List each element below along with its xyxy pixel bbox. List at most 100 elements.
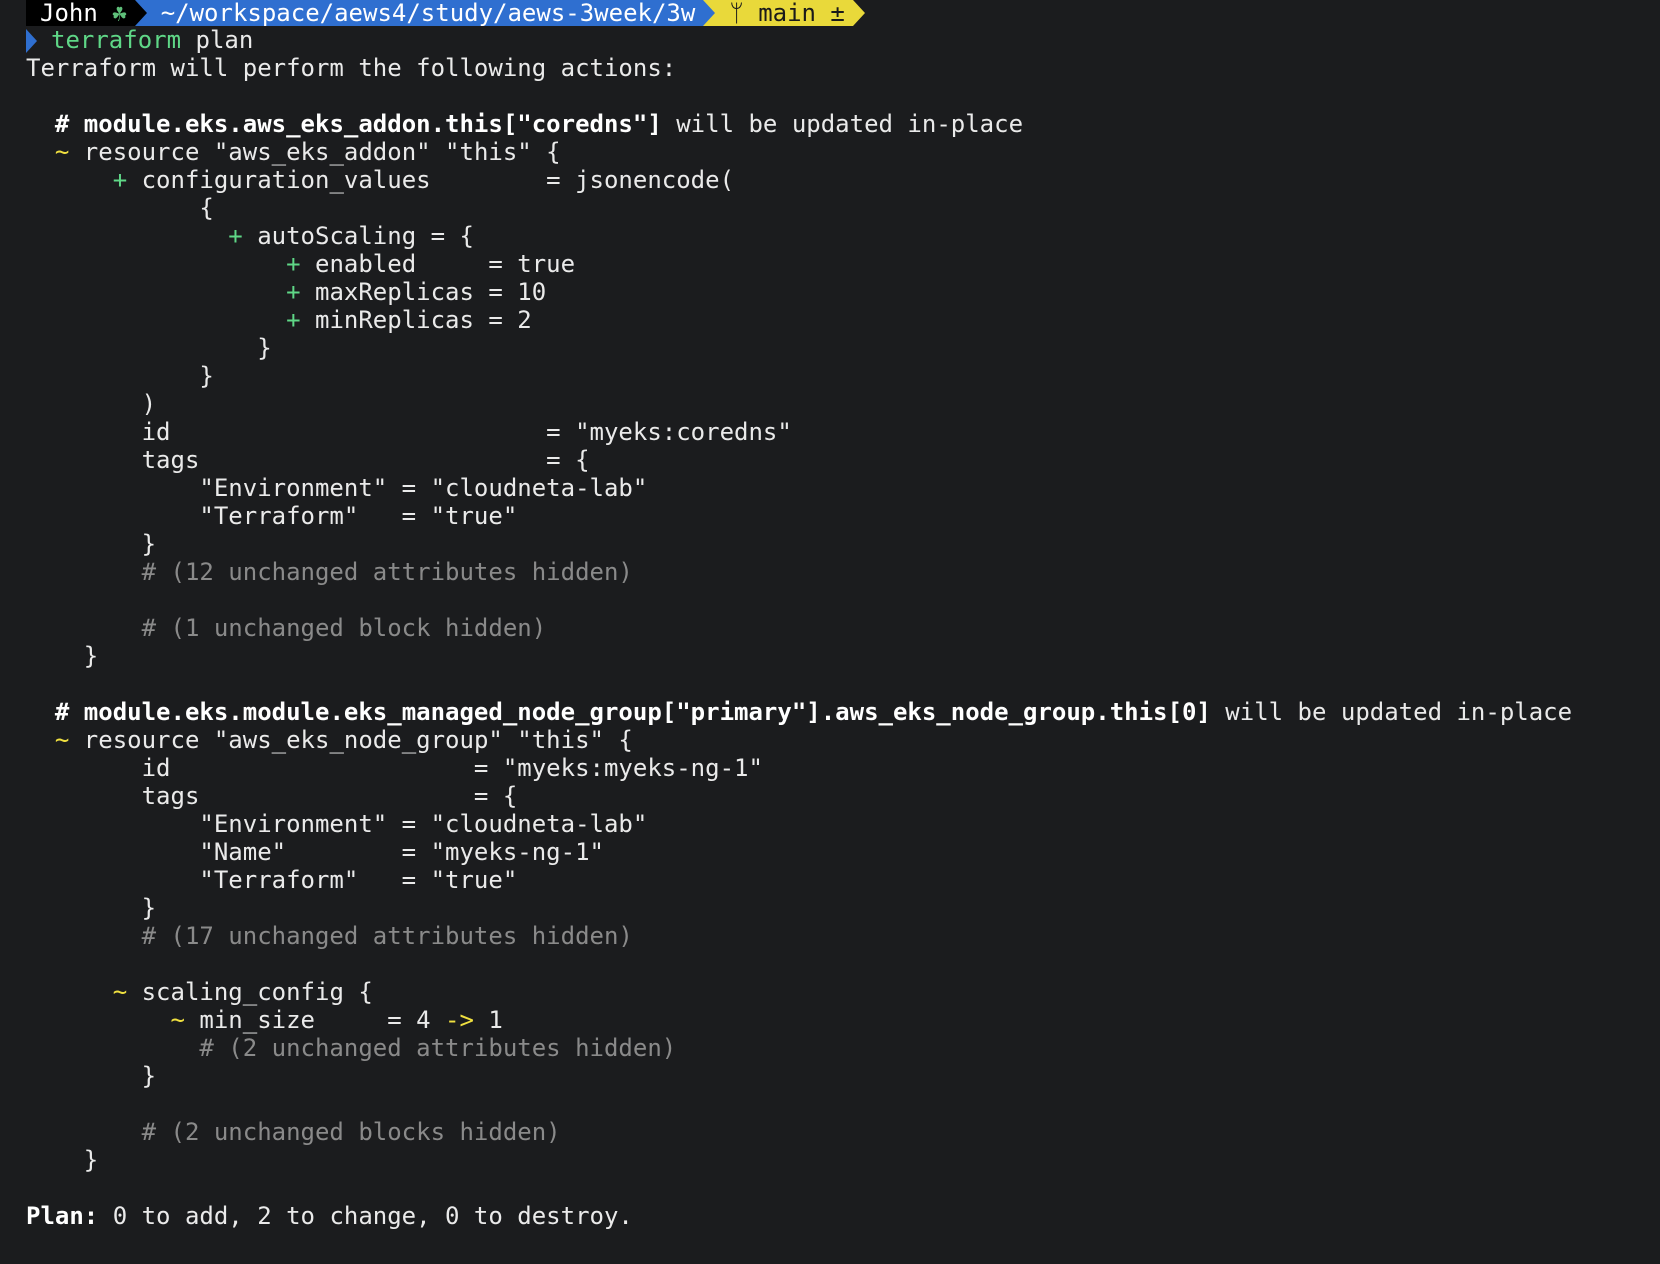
add-marker: + (286, 306, 301, 334)
attribute-line: "Terraform" = "true" (26, 502, 1660, 530)
hidden-blocks-comment: # (2 unchanged blocks hidden) (141, 1118, 561, 1146)
attribute-line: + enabled = true (26, 250, 1660, 278)
attribute-line: } (26, 642, 1660, 670)
brace: } (199, 362, 214, 390)
change-marker: ~ (112, 978, 128, 1006)
command-line[interactable]: terraform plan (26, 26, 1660, 54)
hidden-attributes-comment: # (12 unchanged attributes hidden) (141, 558, 633, 586)
segment-separator-icon (134, 0, 147, 26)
prompt-path: ~/workspace/aews4/study/aews-3week/3w (160, 0, 696, 27)
attribute-line: } (26, 1146, 1660, 1174)
hidden-block-comment: # (1 unchanged block hidden) (141, 614, 547, 642)
paren: ) (141, 390, 157, 418)
comment-line: # (17 unchanged attributes hidden) (26, 922, 1660, 950)
command-args: plan (181, 26, 254, 54)
resource-line: ~ resource "aws_eks_node_group" "this" { (26, 726, 1660, 754)
resource-declaration: resource "aws_eks_addon" "this" { (69, 138, 561, 166)
attribute-line: ) (26, 390, 1660, 418)
attribute-line: } (26, 894, 1660, 922)
attribute-line: id = "myeks:myeks-ng-1" (26, 754, 1660, 782)
attribute-line: ~ min_size = 4 -> 1 (26, 1006, 1660, 1034)
brace: } (83, 1146, 99, 1174)
attribute-text: configuration_values = jsonencode( (127, 166, 735, 194)
attribute-line: "Environment" = "cloudneta-lab" (26, 810, 1660, 838)
attribute-line: tags = { (26, 782, 1660, 810)
prompt-git-segment: ᛘ main ± (715, 0, 853, 26)
resource-action: will be updated in-place (1210, 698, 1573, 726)
brace: } (141, 894, 157, 922)
attribute-text: tags = { (141, 782, 518, 810)
attribute-text: min_size = 4 (184, 1006, 446, 1034)
attribute-text: "Environment" = "cloudneta-lab" (199, 810, 648, 838)
resource-line: ~ resource "aws_eks_addon" "this" { (26, 138, 1660, 166)
hidden-attributes-comment: # (17 unchanged attributes hidden) (141, 922, 633, 950)
attribute-line: } (26, 334, 1660, 362)
hidden-attributes-comment: # (2 unchanged attributes hidden) (199, 1034, 677, 1062)
attribute-text: "Terraform" = "true" (199, 502, 518, 530)
attribute-text: minReplicas = 2 (300, 306, 532, 334)
plan-summary-text: 0 to add, 2 to change, 0 to destroy. (98, 1202, 633, 1230)
comment-line: # (2 unchanged blocks hidden) (26, 1118, 1660, 1146)
block-declaration: scaling_config { (127, 978, 373, 1006)
change-marker: ~ (54, 726, 70, 754)
attribute-line: } (26, 362, 1660, 390)
attribute-line: + minReplicas = 2 (26, 306, 1660, 334)
resource-action: will be updated in-place (661, 110, 1024, 138)
resource-address: # module.eks.module.eks_managed_node_gro… (54, 698, 1211, 726)
resource-header: # module.eks.module.eks_managed_node_gro… (26, 698, 1660, 726)
terraform-output: Terraform will perform the following act… (0, 54, 1660, 1230)
attribute-line: + maxReplicas = 10 (26, 278, 1660, 306)
add-marker: + (228, 222, 243, 250)
comment-line: # (12 unchanged attributes hidden) (26, 558, 1660, 586)
attribute-text: enabled = true (300, 250, 576, 278)
attribute-line: } (26, 1062, 1660, 1090)
brace: } (257, 334, 272, 362)
brace: } (141, 530, 157, 558)
output-intro: Terraform will perform the following act… (26, 54, 677, 82)
brace: } (141, 1062, 157, 1090)
prompt-path-segment: ~/workspace/aews4/study/aews-3week/3w (146, 0, 704, 27)
attribute-line: id = "myeks:coredns" (26, 418, 1660, 446)
attribute-text: "Environment" = "cloudneta-lab" (199, 474, 648, 502)
plan-label: Plan: (26, 1202, 99, 1230)
shell-prompt: John ☘ ~/workspace/aews4/study/aews-3wee… (26, 0, 1660, 26)
brace: { (199, 194, 214, 222)
resource-address: # module.eks.aws_eks_addon.this["coredns… (54, 110, 662, 138)
attribute-line: "Name" = "myeks-ng-1" (26, 838, 1660, 866)
prompt-branch: main ± (758, 0, 845, 27)
prompt-arrow-icon (26, 29, 37, 53)
add-marker: + (286, 278, 301, 306)
plan-summary: Plan: 0 to add, 2 to change, 0 to destro… (26, 1202, 1660, 1230)
segment-separator-icon (852, 0, 865, 26)
attribute-text: id = "myeks:myeks-ng-1" (141, 754, 763, 782)
segment-separator-icon (703, 0, 716, 26)
command-program: terraform (51, 26, 182, 54)
change-marker: ~ (170, 1006, 185, 1034)
attribute-line: } (26, 530, 1660, 558)
attribute-line: + configuration_values = jsonencode( (26, 166, 1660, 194)
block-line: ~ scaling_config { (26, 978, 1660, 1006)
terminal-window[interactable]: John ☘ ~/workspace/aews4/study/aews-3wee… (0, 0, 1660, 1264)
change-marker: ~ (54, 138, 70, 166)
attribute-line: + autoScaling = { (26, 222, 1660, 250)
attribute-line: "Environment" = "cloudneta-lab" (26, 474, 1660, 502)
attribute-text: autoScaling = { (242, 222, 474, 250)
attribute-text: tags = { (141, 446, 590, 474)
attribute-text: "Name" = "myeks-ng-1" (199, 838, 604, 866)
attribute-new-value: 1 (473, 1006, 503, 1034)
prompt-user-segment: John ☘ (26, 0, 135, 26)
comment-line: # (2 unchanged attributes hidden) (26, 1034, 1660, 1062)
git-branch-icon: ᛘ (729, 0, 744, 27)
prompt-user: John (40, 0, 98, 27)
attribute-line: "Terraform" = "true" (26, 866, 1660, 894)
attribute-line: { (26, 194, 1660, 222)
attribute-text: "Terraform" = "true" (199, 866, 518, 894)
clover-icon: ☘ (112, 0, 127, 27)
resource-header: # module.eks.aws_eks_addon.this["coredns… (26, 110, 1660, 138)
